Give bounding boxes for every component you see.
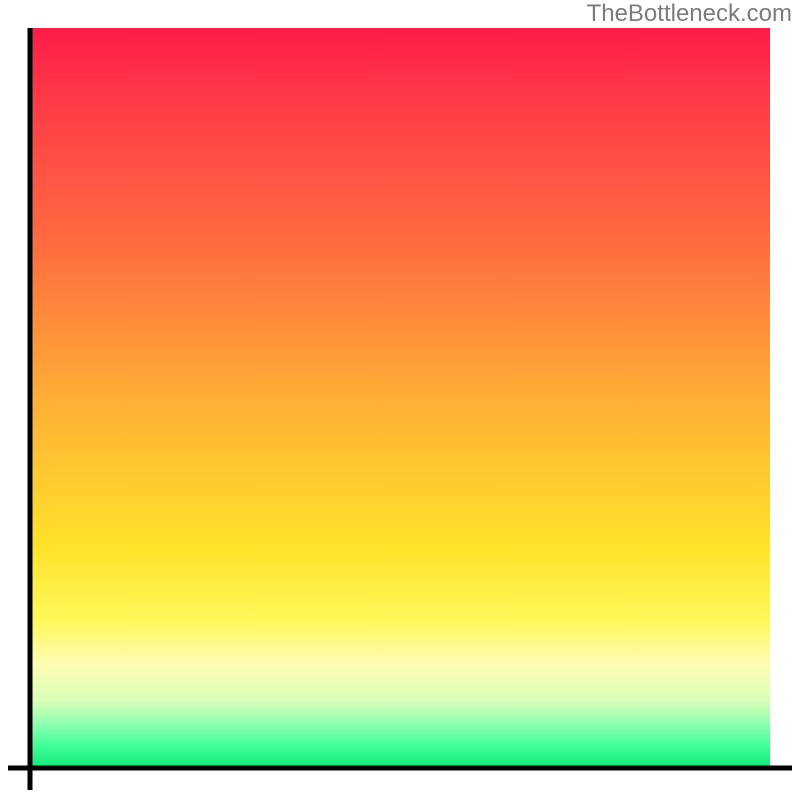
axis-frame [0, 0, 800, 800]
